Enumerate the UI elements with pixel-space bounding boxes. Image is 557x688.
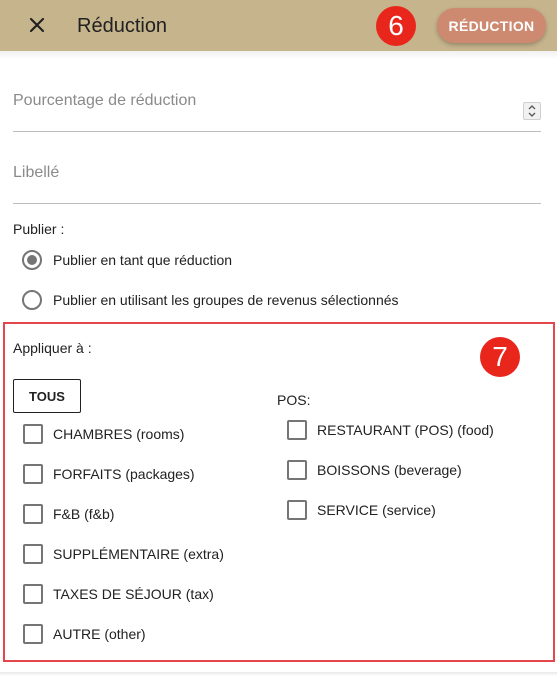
checkbox-icon (23, 624, 43, 644)
dialog-header: Réduction 6 RÉDUCTION (0, 0, 557, 51)
number-spinner[interactable] (523, 102, 541, 120)
checkbox-label: F&B (f&b) (53, 506, 115, 522)
radio-label: Publier en utilisant les groupes de reve… (53, 292, 399, 308)
radio-publish-as-reduction[interactable]: Publier en tant que réduction (22, 249, 232, 271)
checkbox-food[interactable]: RESTAURANT (POS) (food) (287, 419, 494, 441)
apply-label: Appliquer à : (13, 340, 92, 356)
apply-to-section: Appliquer à : TOUS POS: CHAMBRES (rooms)… (3, 322, 555, 662)
close-button[interactable] (25, 13, 49, 37)
checkbox-extra[interactable]: SUPPLÉMENTAIRE (extra) (23, 543, 224, 565)
annotation-badge-7: 7 (480, 337, 520, 377)
checkbox-label: RESTAURANT (POS) (food) (317, 422, 494, 438)
percent-input[interactable] (13, 80, 541, 110)
checkbox-label: SERVICE (service) (317, 502, 436, 518)
dialog-title: Réduction (77, 15, 168, 37)
checkbox-icon (23, 584, 43, 604)
publish-label: Publier : (13, 221, 65, 237)
checkbox-icon (287, 460, 307, 480)
checkbox-icon (23, 544, 43, 564)
header-shadow (0, 51, 557, 59)
close-icon (29, 17, 45, 33)
checkbox-icon (23, 424, 43, 444)
checkbox-service[interactable]: SERVICE (service) (287, 499, 436, 521)
checkbox-icon (23, 504, 43, 524)
checkbox-label: FORFAITS (packages) (53, 466, 195, 482)
label-field (13, 152, 541, 204)
bottom-divider (0, 672, 557, 676)
checkbox-label: AUTRE (other) (53, 626, 146, 642)
percent-field (13, 80, 541, 132)
checkbox-icon (287, 420, 307, 440)
radio-unchecked-icon (22, 290, 42, 310)
checkbox-icon (23, 464, 43, 484)
checkbox-fb[interactable]: F&B (f&b) (23, 503, 114, 525)
radio-label: Publier en tant que réduction (53, 252, 233, 268)
checkbox-packages[interactable]: FORFAITS (packages) (23, 463, 195, 485)
checkbox-label: TAXES DE SÉJOUR (tax) (53, 586, 214, 602)
checkbox-label: CHAMBRES (rooms) (53, 426, 185, 442)
checkbox-beverage[interactable]: BOISSONS (beverage) (287, 459, 462, 481)
select-all-button[interactable]: TOUS (13, 379, 81, 413)
pos-label: POS: (277, 392, 311, 408)
checkbox-icon (287, 500, 307, 520)
radio-checked-icon (22, 250, 42, 270)
annotation-badge-6: 6 (376, 6, 416, 46)
spinner-arrows-icon (528, 105, 536, 117)
radio-publish-revenue-groups[interactable]: Publier en utilisant les groupes de reve… (22, 289, 399, 311)
checkbox-label: SUPPLÉMENTAIRE (extra) (53, 546, 224, 562)
checkbox-tax[interactable]: TAXES DE SÉJOUR (tax) (23, 583, 214, 605)
reduction-button[interactable]: RÉDUCTION (437, 8, 546, 43)
label-input[interactable] (13, 152, 541, 182)
checkbox-label: BOISSONS (beverage) (317, 462, 462, 478)
checkbox-rooms[interactable]: CHAMBRES (rooms) (23, 423, 184, 445)
checkbox-other[interactable]: AUTRE (other) (23, 623, 146, 645)
